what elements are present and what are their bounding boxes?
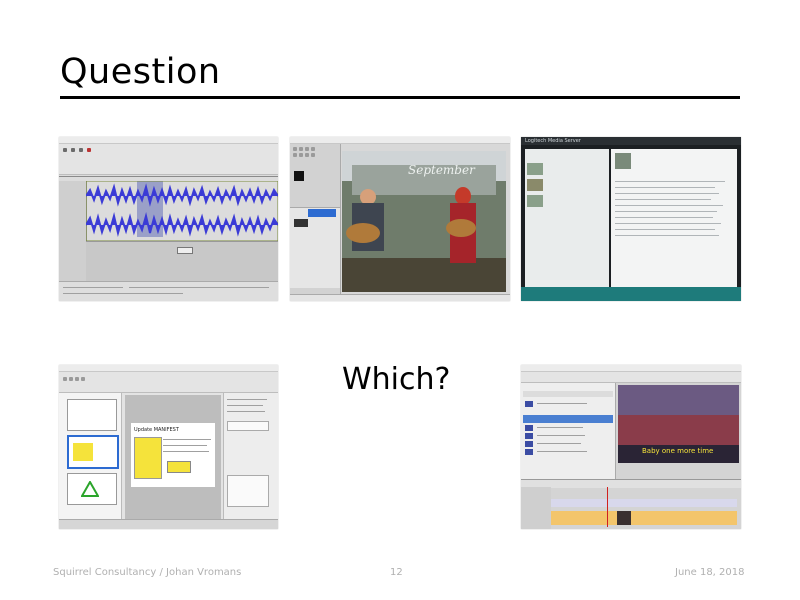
center-question: Which? [342, 362, 451, 397]
presentation-editor-screenshot: Update MANIFEST [59, 365, 278, 529]
banner-text: September [408, 163, 475, 177]
concert-photo: September [342, 151, 506, 292]
media-server-screenshot: Logitech Media Server [521, 137, 741, 301]
video-editor-screenshot: Baby one more time [521, 365, 741, 529]
footer-author: Squirrel Consultancy / Johan Vromans [53, 567, 242, 578]
slide-heading: Update MANIFEST [134, 427, 179, 433]
title-underline [60, 96, 740, 99]
window-title: Logitech Media Server [525, 138, 581, 144]
slide-title: Question [60, 52, 221, 92]
footer-page-number: 12 [390, 567, 403, 578]
footer-date: June 18, 2018 [675, 567, 745, 578]
waveform-graphic [86, 181, 278, 241]
image-editor-screenshot: September [290, 137, 510, 301]
audio-editor-screenshot [59, 137, 278, 301]
video-overlay-text: Baby one more time [642, 447, 714, 455]
video-preview: Baby one more time [618, 385, 739, 463]
